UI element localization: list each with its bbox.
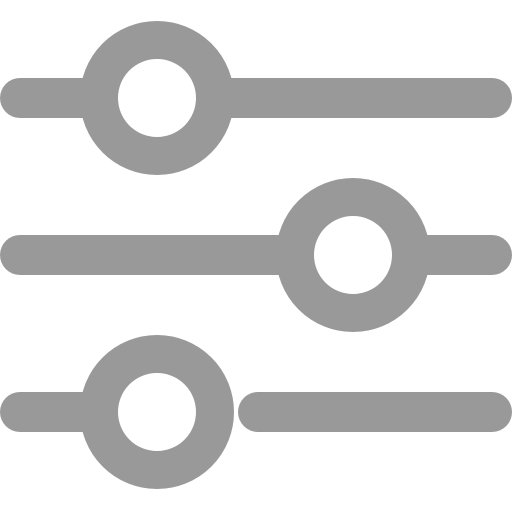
sliders-icon — [0, 0, 512, 511]
slider-middle-knob — [276, 178, 430, 332]
slider-middle — [0, 178, 512, 332]
slider-top-knob — [80, 21, 234, 175]
slider-top — [0, 21, 512, 175]
slider-bottom-knob — [80, 335, 234, 489]
sliders-icon-svg — [0, 21, 512, 489]
slider-bottom — [0, 335, 512, 489]
